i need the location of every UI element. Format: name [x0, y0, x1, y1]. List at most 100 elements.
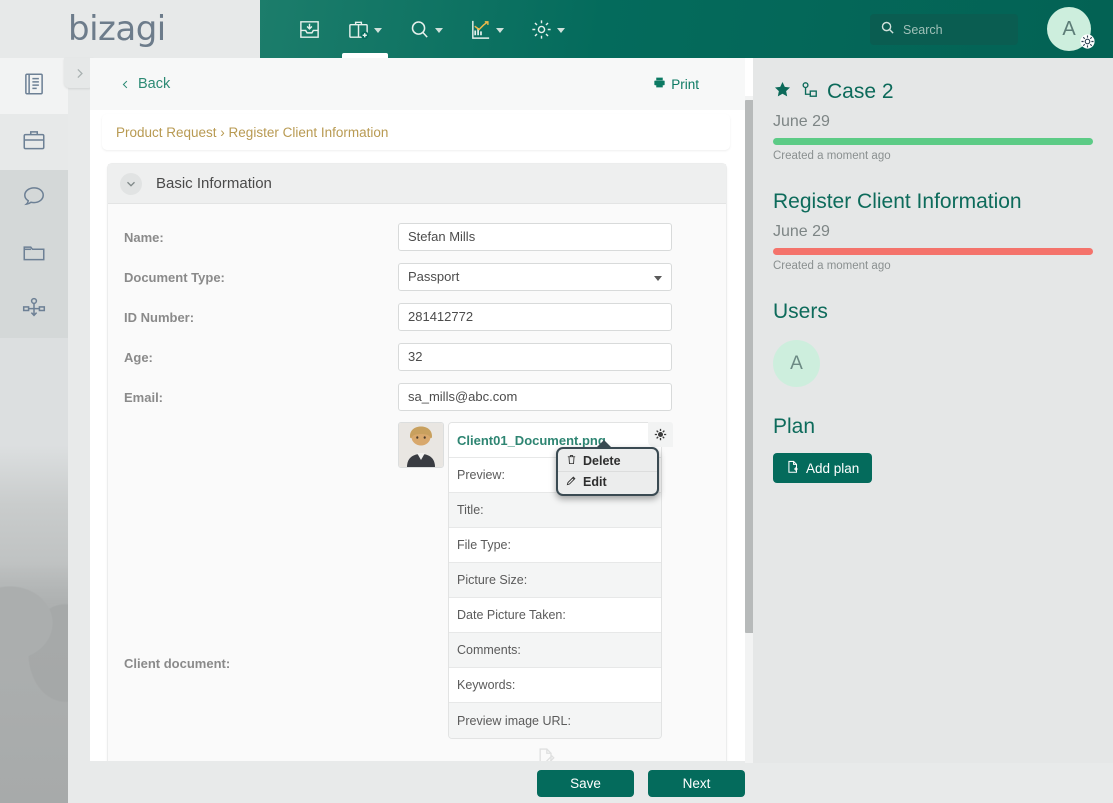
id-number-label: ID Number: — [124, 309, 195, 325]
print-button[interactable]: Print — [653, 76, 699, 92]
bottom-action-bar: Save Next — [68, 763, 1113, 803]
section-header[interactable]: Basic Information — [108, 164, 726, 204]
sidebar-item-cases[interactable] — [0, 114, 68, 170]
user-avatar[interactable]: A — [773, 340, 820, 387]
form-fields: Name: Stefan Mills Document Type: Passpo… — [108, 204, 726, 761]
center-panel: Back Print Product Request › Register Cl… — [90, 58, 753, 761]
document-row: Client document: Client01_Document.png P… — [108, 422, 726, 761]
sidebar-item-comments[interactable] — [0, 170, 68, 226]
name-label: Name: — [124, 229, 164, 245]
context-menu-delete-label: Delete — [583, 454, 621, 468]
sidebar-item-documents[interactable] — [0, 226, 68, 282]
document-thumbnail[interactable] — [398, 422, 444, 468]
top-nav-icons — [288, 0, 575, 58]
task-title: Register Client Information — [773, 190, 1022, 213]
nav-settings[interactable] — [520, 0, 575, 58]
task-progress-bar — [773, 248, 1093, 255]
table-row: Comments: — [449, 633, 661, 668]
back-button[interactable]: Back — [120, 76, 170, 92]
chevron-down-icon — [374, 28, 382, 33]
table-row: Title: — [449, 493, 661, 528]
next-button[interactable]: Next — [648, 769, 745, 797]
document-type-value: Passport — [408, 269, 460, 284]
nav-search[interactable] — [398, 0, 453, 58]
client-document-label: Client document: — [124, 655, 231, 671]
form-card: Basic Information Name: Stefan Mills Doc… — [107, 163, 727, 761]
file-upload-box: Client01_Document.png Preview: Title: Fi… — [398, 422, 673, 761]
form-row: Name: Stefan Mills — [108, 218, 726, 256]
context-menu-delete[interactable]: Delete — [558, 451, 657, 471]
pencil-icon — [566, 475, 577, 489]
search-icon — [880, 20, 895, 40]
email-label: Email: — [124, 389, 164, 405]
top-bar: bizagi Search A — [0, 0, 1113, 58]
form-row: Email: sa_mills@abc.com — [108, 378, 726, 416]
add-plan-label: Add plan — [806, 460, 860, 476]
avatar-gear-icon[interactable] — [1079, 33, 1096, 55]
nav-analytics[interactable] — [459, 0, 514, 58]
gear-icon — [530, 18, 553, 41]
document-type-select[interactable]: Passport — [398, 263, 672, 291]
email-field[interactable]: sa_mills@abc.com — [398, 383, 672, 411]
task-date: June 29 — [773, 223, 830, 240]
plan-heading: Plan — [773, 415, 816, 438]
app-root: bizagi Search A Back Print Product Reque… — [0, 0, 1113, 803]
document-options-gear-icon[interactable] — [648, 422, 673, 447]
bizagi-logo[interactable]: bizagi — [68, 9, 166, 49]
sidebar-item-process[interactable] — [0, 282, 68, 338]
chevron-down-icon — [435, 28, 443, 33]
add-document-icon — [786, 460, 800, 477]
folder-icon — [21, 239, 47, 270]
table-row: Keywords: — [449, 668, 661, 703]
name-field[interactable]: Stefan Mills — [398, 223, 672, 251]
case-header: Case 2 — [773, 80, 1113, 104]
document-type-label: Document Type: — [124, 269, 225, 285]
task-created-text: Created a moment ago — [773, 260, 891, 272]
add-plan-button[interactable]: Add plan — [773, 453, 873, 483]
chevron-down-icon — [496, 28, 504, 33]
users-heading: Users — [773, 300, 828, 323]
printer-icon — [653, 76, 666, 92]
center-scroll-area: Back Print Product Request › Register Cl… — [90, 58, 753, 761]
section-collapse-toggle[interactable] — [120, 172, 142, 195]
trash-icon — [566, 454, 577, 468]
edit-document-icon[interactable] — [536, 747, 556, 761]
form-list-icon — [21, 71, 47, 102]
chevron-down-icon — [654, 276, 662, 281]
nav-new-case[interactable] — [337, 0, 392, 58]
save-button[interactable]: Save — [537, 769, 634, 797]
form-row: ID Number: 281412772 — [108, 298, 726, 336]
page-title: Basic Information — [156, 175, 272, 192]
context-menu-edit[interactable]: Edit — [558, 471, 657, 492]
briefcase-icon — [21, 127, 47, 158]
sidebar-item-forms[interactable] — [0, 58, 68, 114]
age-field[interactable]: 32 — [398, 343, 672, 371]
action-buttons: Save Next — [537, 769, 745, 797]
case-process-icon — [800, 80, 819, 104]
chat-bubble-icon — [21, 183, 47, 214]
process-diagram-icon — [21, 295, 47, 326]
age-label: Age: — [124, 349, 153, 365]
table-row: Preview image URL: — [449, 703, 661, 738]
top-nav-bar: Search A — [260, 0, 1113, 58]
nav-inbox[interactable] — [288, 0, 331, 58]
table-row: Date Picture Taken: — [449, 598, 661, 633]
context-menu-edit-label: Edit — [583, 475, 607, 489]
form-toolbar: Back Print — [90, 58, 745, 110]
table-row: File Type: — [449, 528, 661, 563]
case-progress-bar — [773, 138, 1093, 145]
form-row: Age: 32 — [108, 338, 726, 376]
left-sidebar — [0, 58, 68, 803]
id-number-field[interactable]: 281412772 — [398, 303, 672, 331]
table-row: Picture Size: — [449, 563, 661, 598]
case-title: Case 2 — [827, 80, 894, 103]
case-created-text: Created a moment ago — [773, 150, 891, 162]
star-icon[interactable] — [773, 80, 792, 104]
search-input[interactable]: Search — [870, 14, 1018, 45]
inbox-icon — [298, 18, 321, 41]
breadcrumb[interactable]: Product Request › Register Client Inform… — [116, 125, 388, 140]
print-label: Print — [671, 76, 699, 92]
case-date: June 29 — [773, 113, 830, 130]
avatar-area: A — [1047, 7, 1096, 55]
breadcrumb-card: Product Request › Register Client Inform… — [102, 114, 730, 150]
